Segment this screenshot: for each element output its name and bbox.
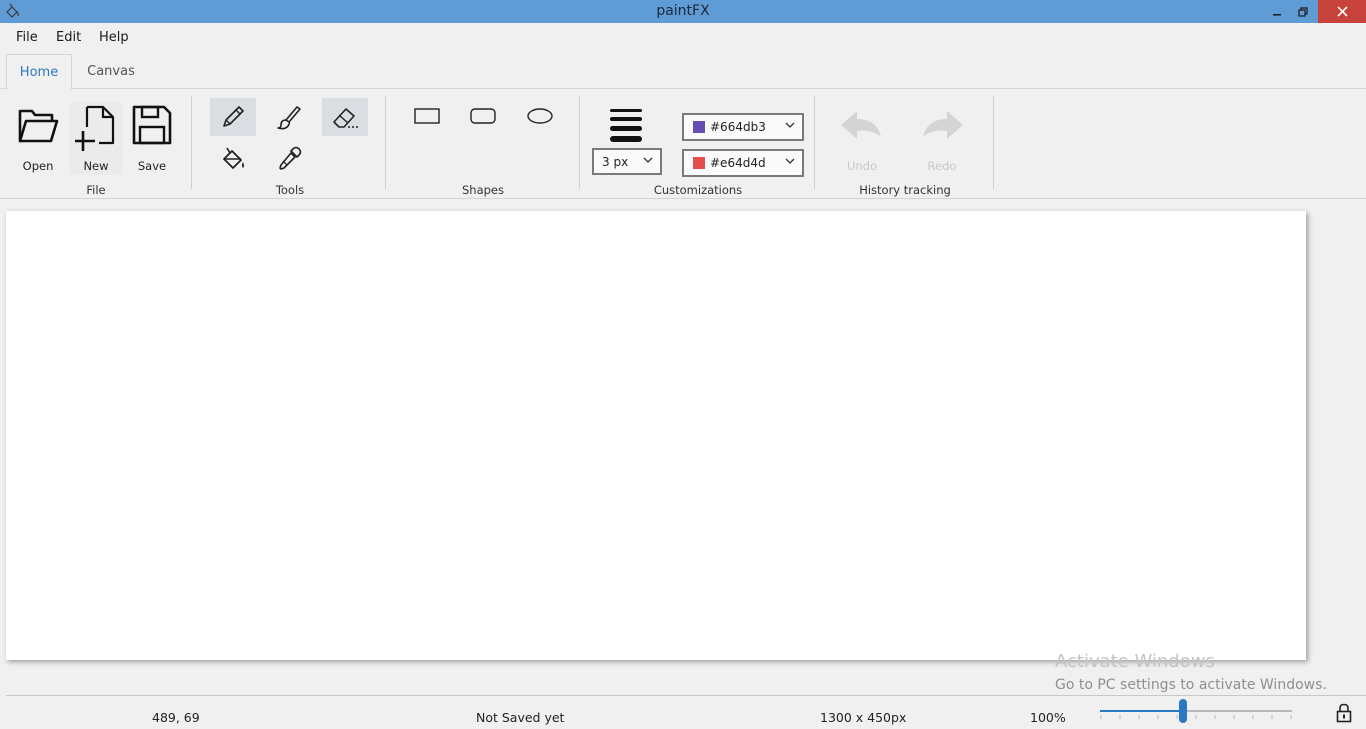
ellipse-shape-button[interactable] <box>520 105 560 127</box>
stroke-size-value: 3 px <box>602 154 629 169</box>
brush-tool-button[interactable] <box>266 98 312 136</box>
canvas-size: 1300 x 450px <box>820 710 907 725</box>
chevron-down-icon <box>785 158 795 164</box>
secondary-color-value: #e64d4d <box>710 156 766 170</box>
floppy-disk-icon <box>132 105 172 145</box>
rounded-rectangle-shape-button[interactable] <box>463 105 503 127</box>
window-title: paintFX <box>656 3 710 19</box>
ribbon: Open New Save File Tools Shapes 3 px #66… <box>0 89 1366 199</box>
eraser-icon <box>333 108 358 128</box>
menu-file[interactable]: File <box>16 30 38 45</box>
rectangle-icon <box>414 108 440 124</box>
redo-icon <box>923 111 963 139</box>
restore-button[interactable] <box>1290 0 1316 23</box>
status-bar <box>6 695 1366 729</box>
zoom-slider-thumb[interactable] <box>1178 699 1187 723</box>
redo-button[interactable]: Redo <box>917 107 967 175</box>
minimize-button[interactable] <box>1264 0 1290 23</box>
save-button[interactable]: Save <box>126 103 178 175</box>
save-status: Not Saved yet <box>476 710 565 725</box>
tools-group-label: Tools <box>275 183 305 197</box>
ribbon-separator <box>993 96 994 189</box>
stroke-size-dropdown[interactable]: 3 px <box>592 148 662 175</box>
primary-color-value: #664db3 <box>710 120 766 134</box>
new-file-icon <box>75 105 115 151</box>
customizations-group-label: Customizations <box>653 183 743 197</box>
history-group-label: History tracking <box>859 183 951 197</box>
fill-tool-button[interactable] <box>210 140 256 178</box>
activation-watermark-subtitle: Go to PC settings to activate Windows. <box>1055 677 1327 693</box>
tab-canvas[interactable]: Canvas <box>78 54 144 89</box>
fill-bucket-icon <box>223 147 244 169</box>
file-group-label: File <box>86 183 106 197</box>
close-icon <box>1336 6 1348 17</box>
cursor-position: 489, 69 <box>152 710 200 725</box>
rounded-rectangle-icon <box>470 108 496 124</box>
shapes-group-label: Shapes <box>461 183 504 197</box>
lock-icon[interactable] <box>1336 703 1352 723</box>
ribbon-separator <box>385 96 386 189</box>
ribbon-separator <box>191 96 192 189</box>
primary-color-swatch <box>693 121 705 133</box>
workspace <box>0 199 1366 695</box>
stroke-width-icon <box>610 109 642 142</box>
activation-watermark-title: Activate Windows <box>1055 651 1215 672</box>
new-label: New <box>83 159 109 173</box>
ribbon-tabs: Home Canvas <box>0 51 1366 90</box>
undo-icon <box>841 111 881 139</box>
menu-bar: File Edit Help <box>0 23 1366 51</box>
open-button[interactable]: Open <box>12 103 64 175</box>
eraser-tool-button[interactable] <box>322 98 368 136</box>
ribbon-separator <box>579 96 580 189</box>
secondary-color-dropdown[interactable]: #e64d4d <box>682 149 804 177</box>
restore-icon <box>1298 6 1308 17</box>
chevron-down-icon <box>785 122 795 128</box>
save-label: Save <box>137 159 167 173</box>
undo-label: Undo <box>846 159 878 173</box>
pencil-tool-button[interactable] <box>210 98 256 136</box>
close-button[interactable] <box>1318 0 1366 23</box>
color-picker-tool-button[interactable] <box>266 140 312 178</box>
zoom-slider-fill <box>1100 710 1183 712</box>
ellipse-icon <box>527 108 553 124</box>
drawing-canvas[interactable] <box>6 211 1306 660</box>
minimize-icon <box>1273 13 1281 15</box>
folder-open-icon <box>18 109 59 143</box>
redo-label: Redo <box>927 159 957 173</box>
rectangle-shape-button[interactable] <box>407 105 447 127</box>
color-picker-icon <box>279 146 302 170</box>
ribbon-separator <box>814 96 815 189</box>
pencil-icon <box>223 106 244 127</box>
title-bar: paintFX <box>0 0 1366 23</box>
undo-button[interactable]: Undo <box>837 107 887 175</box>
menu-edit[interactable]: Edit <box>56 30 81 45</box>
zoom-slider-ticks <box>1100 715 1292 719</box>
chevron-down-icon <box>643 157 653 163</box>
menu-help[interactable]: Help <box>99 30 129 45</box>
tab-home[interactable]: Home <box>6 54 72 90</box>
new-button[interactable]: New <box>69 103 123 175</box>
open-label: Open <box>22 159 54 173</box>
brush-icon <box>277 106 301 130</box>
primary-color-dropdown[interactable]: #664db3 <box>682 113 804 141</box>
secondary-color-swatch <box>693 157 705 169</box>
zoom-level: 100% <box>1030 710 1066 725</box>
